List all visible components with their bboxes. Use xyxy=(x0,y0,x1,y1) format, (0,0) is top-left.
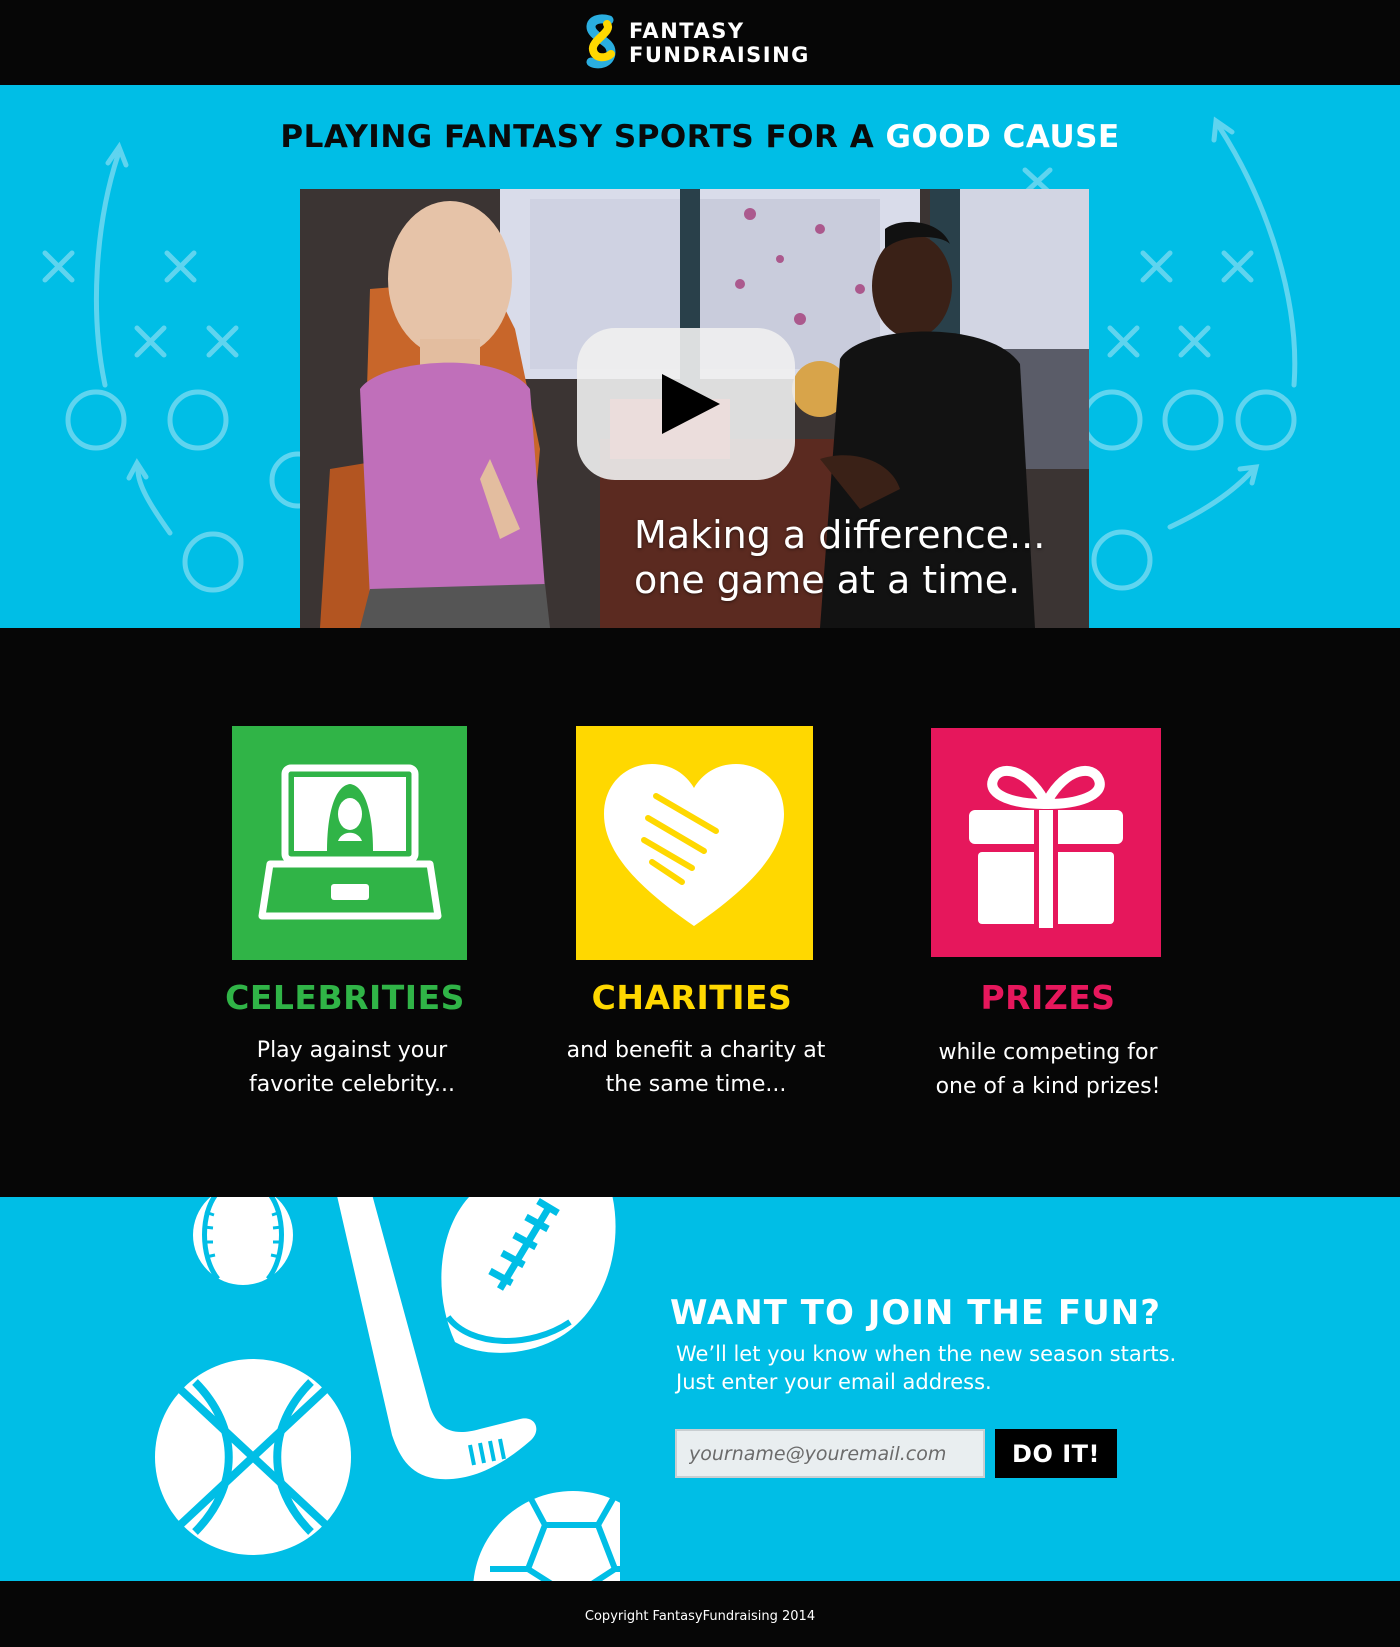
logo-icon xyxy=(586,14,616,69)
feature-desc-line: while competing for xyxy=(938,1040,1158,1065)
logo-line-2: FUNDRAISING xyxy=(629,43,810,67)
feature-title-charities: CHARITIES xyxy=(591,978,793,1017)
play-button[interactable] xyxy=(577,328,795,480)
signup-text-line-2: Just enter your email address. xyxy=(676,1370,992,1394)
feature-desc-charities: and benefit a charity at the same time..… xyxy=(546,1034,846,1102)
laptop-celebrity-icon xyxy=(232,726,467,960)
feature-desc-prizes: while competing for one of a kind prizes… xyxy=(898,1036,1198,1104)
site-footer: Copyright FantasyFundraising 2014 xyxy=(0,1581,1400,1647)
play-icon xyxy=(662,374,720,434)
feature-desc-line: Play against your xyxy=(256,1038,448,1063)
email-field[interactable] xyxy=(675,1429,985,1478)
hero-title: PLAYING FANTASY SPORTS FOR A GOOD CAUSE xyxy=(0,119,1400,155)
copyright-text: Copyright FantasyFundraising 2014 xyxy=(584,1609,816,1624)
video-caption-line-2: one game at a time. xyxy=(634,558,1021,602)
celebrities-tile xyxy=(232,726,467,960)
hero-section: PLAYING FANTASY SPORTS FOR A GOOD CAUSE xyxy=(0,85,1400,628)
logo-wordmark: FANTASY FUNDRAISING xyxy=(629,19,810,67)
baseball-icon xyxy=(193,1197,293,1285)
logo-link[interactable]: FANTASY FUNDRAISING xyxy=(585,14,810,72)
soccer-ball-icon xyxy=(473,1491,620,1581)
feature-title-celebrities: CELEBRITIES xyxy=(225,978,465,1017)
prizes-tile xyxy=(931,728,1161,957)
hero-title-main: PLAYING FANTASY SPORTS FOR A xyxy=(280,119,886,155)
video-caption-line-1: Making a difference... xyxy=(634,513,1046,557)
video-caption: Making a difference... one game at a tim… xyxy=(634,513,1045,603)
site-header: FANTASY FUNDRAISING xyxy=(0,0,1400,85)
signup-description: We’ll let you know when the new season s… xyxy=(676,1340,1176,1396)
feature-desc-line: favorite celebrity... xyxy=(249,1072,455,1097)
basketball-icon xyxy=(155,1359,351,1555)
feature-title-prizes: PRIZES xyxy=(980,978,1116,1017)
video-player[interactable]: Making a difference... one game at a tim… xyxy=(300,189,1089,628)
sports-equipment-illustration xyxy=(155,1197,620,1581)
feature-desc-line: one of a kind prizes! xyxy=(935,1074,1161,1099)
handshake-heart-icon xyxy=(576,726,813,960)
signup-title: WANT TO JOIN THE FUN? xyxy=(670,1293,1161,1333)
features-section: CELEBRITIES Play against your favorite c… xyxy=(0,628,1400,1197)
football-icon xyxy=(441,1197,616,1353)
feature-desc-line: the same time... xyxy=(605,1072,787,1097)
signup-section: WANT TO JOIN THE FUN? We’ll let you know… xyxy=(0,1197,1400,1581)
submit-button[interactable]: DO IT! xyxy=(995,1429,1117,1478)
signup-text-line-1: We’ll let you know when the new season s… xyxy=(676,1342,1177,1366)
logo-line-1: FANTASY xyxy=(629,19,745,43)
feature-desc-line: and benefit a charity at xyxy=(566,1038,826,1063)
charities-tile xyxy=(576,726,813,960)
hero-title-highlight: GOOD CAUSE xyxy=(885,119,1120,155)
feature-desc-celebrities: Play against your favorite celebrity... xyxy=(202,1034,502,1102)
gift-icon xyxy=(931,728,1161,957)
